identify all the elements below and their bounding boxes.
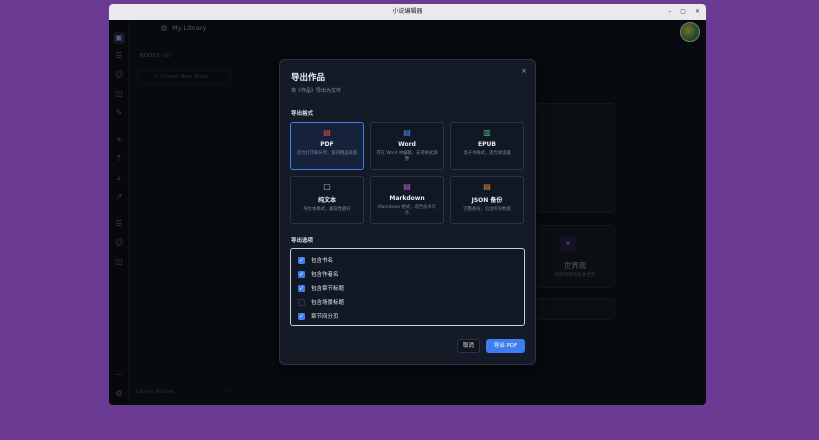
format-desc: 纯文本格式，兼容性最好 [303, 207, 351, 212]
format-desc: Markdown 格式，适合技术写作 [378, 205, 436, 216]
format-option-text[interactable]: ▢ 纯文本 纯文本格式，兼容性最好 [290, 176, 364, 224]
checkbox-checked-icon[interactable]: ✓ [298, 312, 305, 320]
option-label: 章节间分页 [311, 314, 339, 320]
text-file-icon: ▢ [323, 182, 331, 191]
format-option-json[interactable]: ▤ JSON 备份 完整备份，包含所有数据 [450, 176, 524, 224]
format-desc: 完整备份，包含所有数据 [463, 207, 511, 212]
format-desc: 电子书格式，适合阅读器 [463, 151, 511, 156]
close-icon[interactable]: × [521, 67, 527, 75]
dialog-title: 导出作品 [291, 73, 326, 83]
option-page-break-chapters[interactable]: ✓ 章节间分页 [298, 311, 339, 321]
format-option-pdf[interactable]: ▤ PDF 适合打印和分享，保持精美排版 [290, 122, 364, 170]
markdown-file-icon: ▤ [403, 182, 411, 191]
option-label: 包含章节标题 [311, 286, 345, 292]
pdf-file-icon: ▤ [323, 128, 331, 137]
format-option-word[interactable]: ▤ Word 可在 Word 中编辑，支持格式调整 [370, 122, 444, 170]
export-dialog: 导出作品 将《作品》导出为文件 × 导出格式 ▤ PDF 适合打印和分享，保持精… [279, 59, 536, 365]
checkbox-unchecked-icon[interactable]: ✓ [298, 298, 305, 306]
format-name: PDF [320, 141, 334, 148]
format-name: JSON 备份 [471, 197, 503, 204]
window-title: 小说编辑器 [392, 8, 423, 15]
option-label: 包含场景标题 [311, 300, 345, 306]
options-section-title: 导出选项 [291, 238, 314, 244]
format-name: EPUB [478, 141, 496, 148]
format-name: Markdown [389, 195, 425, 202]
option-include-chapter-titles[interactable]: ✓ 包含章节标题 [298, 283, 344, 293]
option-label: 包含作者名 [311, 272, 339, 278]
close-window-button[interactable]: ✕ [695, 4, 700, 20]
maximize-button[interactable]: ▢ [680, 4, 686, 20]
format-name: 纯文本 [317, 197, 336, 204]
cancel-button[interactable]: 取消 [457, 339, 480, 353]
option-include-author[interactable]: ✓ 包含作者名 [298, 269, 339, 279]
checkbox-checked-icon[interactable]: ✓ [298, 270, 305, 278]
format-option-epub[interactable]: ▥ EPUB 电子书格式，适合阅读器 [450, 122, 524, 170]
dialog-subtitle: 将《作品》导出为文件 [291, 88, 342, 94]
book-open-icon: ▥ [483, 128, 491, 137]
format-option-markdown[interactable]: ▤ Markdown Markdown 格式，适合技术写作 [370, 176, 444, 224]
option-include-book-title[interactable]: ✓ 包含书名 [298, 255, 333, 265]
option-label: 包含书名 [311, 258, 334, 264]
format-section-title: 导出格式 [291, 111, 314, 117]
option-include-scene-titles[interactable]: ✓ 包含场景标题 [298, 297, 344, 307]
checkbox-checked-icon[interactable]: ✓ [298, 256, 305, 264]
format-desc: 适合打印和分享，保持精美排版 [296, 151, 358, 156]
window-controls: – ▢ ✕ [668, 4, 700, 20]
title-bar: 小说编辑器 – ▢ ✕ [109, 4, 706, 20]
word-file-icon: ▤ [403, 128, 411, 137]
export-pdf-button[interactable]: 导出 PDF [486, 339, 525, 353]
checkbox-checked-icon[interactable]: ✓ [298, 284, 305, 292]
export-options-box: ✓ 包含书名 ✓ 包含作者名 ✓ 包含章节标题 ✓ 包含场景标题 ✓ 章节间分页 [290, 248, 525, 326]
json-file-icon: ▤ [483, 182, 491, 191]
format-desc: 可在 Word 中编辑，支持格式调整 [376, 151, 438, 162]
minimize-button[interactable]: – [668, 4, 671, 20]
format-name: Word [398, 141, 416, 148]
